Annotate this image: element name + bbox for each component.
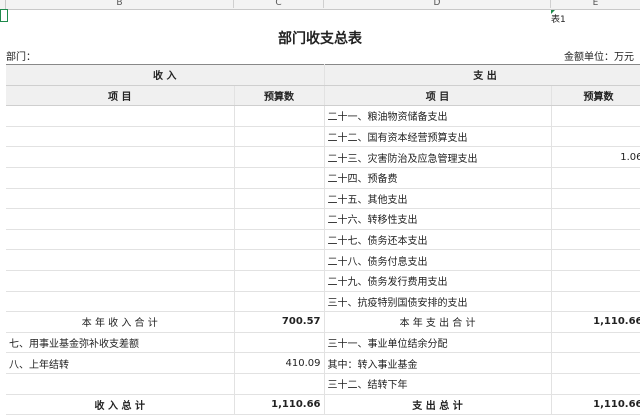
income-budget-cell[interactable]: [234, 126, 325, 148]
column-header-c[interactable]: C: [234, 0, 324, 8]
expense-budget-cell[interactable]: [551, 167, 640, 189]
column-header-b[interactable]: B: [6, 0, 234, 8]
income-item-cell[interactable]: [6, 126, 235, 148]
expense-budget-cell[interactable]: [551, 332, 640, 354]
income-item-cell[interactable]: [6, 188, 235, 210]
expense-item-cell[interactable]: 二十七、债务还本支出: [323, 229, 552, 251]
department-label[interactable]: 部门：: [6, 48, 36, 63]
table-row: 二十五、其他支出: [6, 188, 640, 210]
income-budget-cell[interactable]: [234, 291, 325, 313]
table-row: 本 年 收 入 合 计 700.57 本 年 支 出 合 计 1,110.66: [6, 311, 640, 333]
expense-item-cell[interactable]: 二十六、转移性支出: [323, 208, 552, 230]
table-row: 二十七、债务还本支出: [6, 229, 640, 251]
income-item-cell[interactable]: [6, 146, 235, 168]
income-item-cell[interactable]: 八、上年结转: [6, 352, 235, 374]
expense-item-cell[interactable]: 三十、抗疫特别国债安排的支出: [323, 291, 552, 313]
column-header-d[interactable]: D: [324, 0, 551, 8]
income-budget-cell[interactable]: [234, 249, 325, 271]
table-row: 三十二、结转下年: [6, 373, 640, 395]
income-item-cell[interactable]: [6, 229, 235, 251]
column-header-e[interactable]: E: [551, 0, 640, 8]
expense-budget-cell[interactable]: [551, 105, 640, 127]
expense-item-cell[interactable]: 二十八、债务付息支出: [323, 249, 552, 271]
income-item-cell[interactable]: [6, 291, 235, 313]
sheet-tag[interactable]: 表1: [551, 12, 566, 25]
page-title[interactable]: 部门收支总表: [0, 28, 640, 48]
table-row: 七、用事业基金弥补收支差额 三十一、事业单位结余分配: [6, 332, 640, 354]
income-item-cell[interactable]: [6, 249, 235, 271]
table-row: 收 入 总 计 1,110.66 支 出 总 计 1,110.66: [6, 393, 640, 416]
table-row: 二十四、预备费: [6, 167, 640, 189]
income-budget-cell[interactable]: [234, 167, 325, 189]
income-budget-cell[interactable]: 410.09: [234, 352, 325, 374]
expense-budget-cell[interactable]: [551, 291, 640, 313]
income-budget-cell[interactable]: [234, 208, 325, 230]
active-cell-indicator: [0, 9, 8, 22]
expense-item-cell[interactable]: 支 出 总 计: [323, 393, 552, 416]
income-budget-cell[interactable]: [234, 373, 325, 395]
column-header-bar: B C D E: [0, 0, 640, 10]
income-item-cell[interactable]: [6, 167, 235, 189]
income-budget-cell[interactable]: [234, 332, 325, 354]
expense-header[interactable]: 支 出: [323, 64, 640, 86]
table-row: 八、上年结转 410.09 其中：转入事业基金: [6, 352, 640, 374]
expense-item-cell[interactable]: 二十四、预备费: [323, 167, 552, 189]
expense-item-cell[interactable]: 二十三、灾害防治及应急管理支出: [323, 146, 552, 168]
expense-budget-cell[interactable]: [551, 270, 640, 292]
expense-item-cell[interactable]: 本 年 支 出 合 计: [323, 311, 552, 333]
expense-budget-cell[interactable]: [551, 352, 640, 374]
table-row: 二十三、灾害防治及应急管理支出1.06: [6, 146, 640, 168]
expense-budget-cell[interactable]: 1,110.66: [551, 311, 640, 333]
income-item-cell[interactable]: 收 入 总 计: [6, 393, 235, 416]
table-row: 二十九、债务发行费用支出: [6, 270, 640, 292]
expense-budget-header[interactable]: 预算数: [551, 85, 640, 107]
table-column-header-row: 项 目 预算数 项 目 预算数: [6, 85, 640, 107]
expense-budget-cell[interactable]: [551, 188, 640, 210]
table-row: 二十六、转移性支出: [6, 208, 640, 230]
expense-item-header[interactable]: 项 目: [323, 85, 552, 107]
income-budget-cell[interactable]: [234, 229, 325, 251]
income-item-cell[interactable]: [6, 373, 235, 395]
income-item-cell[interactable]: [6, 105, 235, 127]
expense-budget-cell[interactable]: [551, 249, 640, 271]
expense-item-cell[interactable]: 其中：转入事业基金: [323, 352, 552, 374]
income-item-cell[interactable]: 七、用事业基金弥补收支差额: [6, 332, 235, 354]
expense-item-cell[interactable]: 二十二、国有资本经营预算支出: [323, 126, 552, 148]
expense-budget-cell[interactable]: [551, 229, 640, 251]
table-row: 二十二、国有资本经营预算支出: [6, 126, 640, 148]
income-header[interactable]: 收 入: [6, 64, 325, 86]
table-row: 三十、抗疫特别国债安排的支出: [6, 291, 640, 313]
expense-budget-cell[interactable]: [551, 126, 640, 148]
expense-item-cell[interactable]: 二十一、粮油物资储备支出: [323, 105, 552, 127]
expense-budget-cell[interactable]: [551, 373, 640, 395]
unit-label[interactable]: 金额单位：万元: [564, 48, 634, 63]
income-budget-header[interactable]: 预算数: [234, 85, 325, 107]
income-budget-cell[interactable]: [234, 270, 325, 292]
income-budget-cell[interactable]: [234, 105, 325, 127]
income-budget-cell[interactable]: [234, 146, 325, 168]
expense-item-cell[interactable]: 二十九、债务发行费用支出: [323, 270, 552, 292]
table-row: 二十一、粮油物资储备支出: [6, 105, 640, 127]
income-item-cell[interactable]: 本 年 收 入 合 计: [6, 311, 235, 333]
expense-item-cell[interactable]: 二十五、其他支出: [323, 188, 552, 210]
income-budget-cell[interactable]: [234, 188, 325, 210]
income-item-header[interactable]: 项 目: [6, 85, 235, 107]
income-item-cell[interactable]: [6, 208, 235, 230]
income-budget-cell[interactable]: 700.57: [234, 311, 325, 333]
table-row: 二十八、债务付息支出: [6, 249, 640, 271]
expense-budget-cell[interactable]: [551, 208, 640, 230]
expense-budget-cell[interactable]: 1.06: [551, 146, 640, 168]
expense-item-cell[interactable]: 三十二、结转下年: [323, 373, 552, 395]
expense-item-cell[interactable]: 三十一、事业单位结余分配: [323, 332, 552, 354]
income-budget-cell[interactable]: 1,110.66: [234, 393, 325, 416]
table-group-header-row: 收 入 支 出: [6, 64, 640, 86]
income-expense-table: 收 入 支 出 项 目 预算数 项 目 预算数 二十一、粮油物资储备支出 二十二、…: [6, 64, 640, 416]
expense-budget-cell[interactable]: 1,110.66: [551, 393, 640, 416]
income-item-cell[interactable]: [6, 270, 235, 292]
